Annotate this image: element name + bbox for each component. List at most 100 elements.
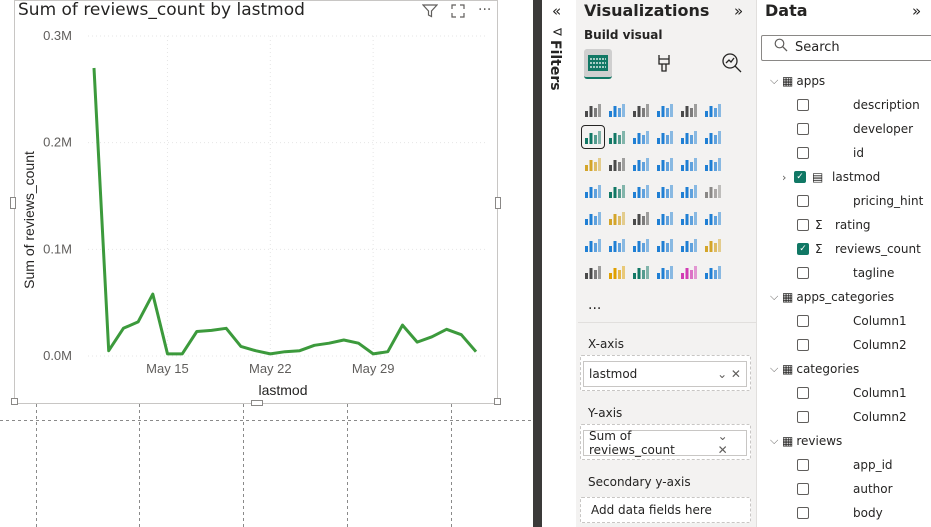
table-apps_categories[interactable]: ⌵ ▦ apps_categories xyxy=(770,285,894,309)
expand-filters-icon[interactable]: « xyxy=(552,2,561,20)
insights-icon[interactable] xyxy=(679,262,699,282)
100-bar-icon[interactable] xyxy=(679,100,699,120)
build-visual-tab[interactable] xyxy=(584,49,612,79)
field-checkbox[interactable] xyxy=(797,267,809,279)
power-automate-icon[interactable] xyxy=(631,262,651,282)
chevron-down-icon[interactable]: ⌵ xyxy=(770,362,782,376)
slicer-icon[interactable] xyxy=(631,208,651,228)
more-visuals-icon[interactable] xyxy=(703,262,723,282)
metrics-icon[interactable] xyxy=(655,262,675,282)
field-checkbox[interactable] xyxy=(797,483,809,495)
field-developer[interactable]: developer xyxy=(785,117,913,141)
stacked-area-icon[interactable] xyxy=(631,127,651,147)
field-checkbox[interactable] xyxy=(797,99,809,111)
decomposition-tree-icon[interactable] xyxy=(631,235,651,255)
map-icon[interactable] xyxy=(607,181,627,201)
power-apps-icon[interactable] xyxy=(607,262,627,282)
field-Column2[interactable]: Column2 xyxy=(785,333,907,357)
gauge-icon[interactable] xyxy=(679,181,699,201)
clustered-bar-icon[interactable] xyxy=(631,100,651,120)
field-id[interactable]: id xyxy=(785,141,864,165)
x-axis-field[interactable]: lastmod ⌄ ✕ xyxy=(583,361,747,387)
paginated-report-icon[interactable] xyxy=(583,262,603,282)
area-chart-icon[interactable] xyxy=(607,127,627,147)
resize-handle-left[interactable] xyxy=(10,197,16,209)
field-reviews_count[interactable]: ✓ Σreviews_count xyxy=(785,237,921,261)
table-apps[interactable]: ⌵ ▦ apps xyxy=(770,69,825,93)
chevron-down-icon[interactable]: ⌵ xyxy=(770,434,782,448)
field-author[interactable]: author xyxy=(785,477,893,501)
card-icon[interactable] xyxy=(703,181,723,201)
field-pricing_hint[interactable]: pricing_hint xyxy=(785,189,923,213)
table-reviews[interactable]: ⌵ ▦ reviews xyxy=(770,429,842,453)
field-lastmod[interactable]: › ✓ ▤ lastmod xyxy=(782,165,880,189)
field-checkbox[interactable] xyxy=(797,459,809,471)
field-Column1[interactable]: Column1 xyxy=(785,309,907,333)
field-app_id[interactable]: app_id xyxy=(785,453,893,477)
field-checkbox[interactable] xyxy=(797,411,809,423)
field-Column2[interactable]: Column2 xyxy=(785,405,907,429)
resize-handle-bottom[interactable] xyxy=(251,400,263,406)
y-axis-field[interactable]: Sum of reviews_count ⌄ ✕ xyxy=(583,429,747,457)
resize-handle-corner[interactable] xyxy=(11,398,18,405)
collapse-data-icon[interactable]: » xyxy=(912,2,921,20)
field-body[interactable]: body xyxy=(785,501,883,525)
table-categories[interactable]: ⌵ ▦ categories xyxy=(770,357,859,381)
funnel-chart-icon[interactable] xyxy=(607,154,627,174)
field-checkbox[interactable] xyxy=(797,123,809,135)
treemap-icon[interactable] xyxy=(583,181,603,201)
waterfall-icon[interactable] xyxy=(583,154,603,174)
stacked-column-icon[interactable] xyxy=(607,100,627,120)
ribbon-icon[interactable] xyxy=(703,127,723,147)
collapse-visualizations-icon[interactable]: » xyxy=(734,2,743,20)
resize-handle-corner[interactable] xyxy=(494,398,501,405)
field-controls[interactable]: ⌄ ✕ xyxy=(717,367,741,381)
matrix-icon[interactable] xyxy=(679,208,699,228)
stacked-bar-icon[interactable] xyxy=(583,100,603,120)
line-chart-icon[interactable] xyxy=(581,125,605,149)
field-Column1[interactable]: Column1 xyxy=(785,381,907,405)
chevron-right-icon[interactable]: › xyxy=(782,171,794,184)
field-checkbox[interactable]: ✓ xyxy=(797,243,809,255)
field-tagline[interactable]: tagline xyxy=(785,261,894,285)
filters-label[interactable]: Filters xyxy=(547,40,563,91)
clustered-column-icon[interactable] xyxy=(655,100,675,120)
field-checkbox[interactable] xyxy=(797,507,809,519)
azure-map-icon[interactable] xyxy=(655,181,675,201)
table-icon[interactable] xyxy=(655,208,675,228)
field-checkbox[interactable] xyxy=(797,147,809,159)
multi-row-card-icon[interactable] xyxy=(583,208,603,228)
chevron-down-icon[interactable]: ⌵ xyxy=(770,290,782,304)
smart-narrative-icon[interactable] xyxy=(679,235,699,255)
100-column-icon[interactable] xyxy=(703,100,723,120)
format-visual-tab[interactable] xyxy=(650,49,678,77)
field-controls[interactable]: ⌄ ✕ xyxy=(718,429,741,457)
more-visuals-icon[interactable]: ... xyxy=(588,297,601,313)
r-visual-icon[interactable] xyxy=(703,208,723,228)
field-checkbox[interactable] xyxy=(797,339,809,351)
filled-map-icon[interactable] xyxy=(631,181,651,201)
secondary-y-axis-well[interactable]: Add data fields here xyxy=(580,497,751,523)
field-description[interactable]: description xyxy=(785,93,920,117)
field-checkbox[interactable] xyxy=(797,387,809,399)
more-options-icon[interactable]: ··· xyxy=(478,2,491,18)
chevron-down-icon[interactable]: ⌵ xyxy=(770,74,782,88)
field-checkbox[interactable]: ✓ xyxy=(794,171,806,183)
field-checkbox[interactable] xyxy=(797,195,809,207)
scatter-icon[interactable] xyxy=(655,154,675,174)
analytics-tab[interactable] xyxy=(718,49,746,77)
qna-icon[interactable] xyxy=(655,235,675,255)
python-visual-icon[interactable] xyxy=(583,235,603,255)
key-influencers-icon[interactable] xyxy=(607,235,627,255)
field-checkbox[interactable] xyxy=(797,315,809,327)
kpi-icon[interactable] xyxy=(607,208,627,228)
line-clustered-column-icon[interactable] xyxy=(679,127,699,147)
pie-icon[interactable] xyxy=(679,154,699,174)
field-rating[interactable]: Σrating xyxy=(785,213,871,237)
trophy-icon[interactable] xyxy=(703,235,723,255)
resize-handle-right[interactable] xyxy=(495,197,501,209)
funnel-icon[interactable] xyxy=(631,154,651,174)
donut-icon[interactable] xyxy=(703,154,723,174)
field-checkbox[interactable] xyxy=(797,219,809,231)
line-stacked-column-icon[interactable] xyxy=(655,127,675,147)
